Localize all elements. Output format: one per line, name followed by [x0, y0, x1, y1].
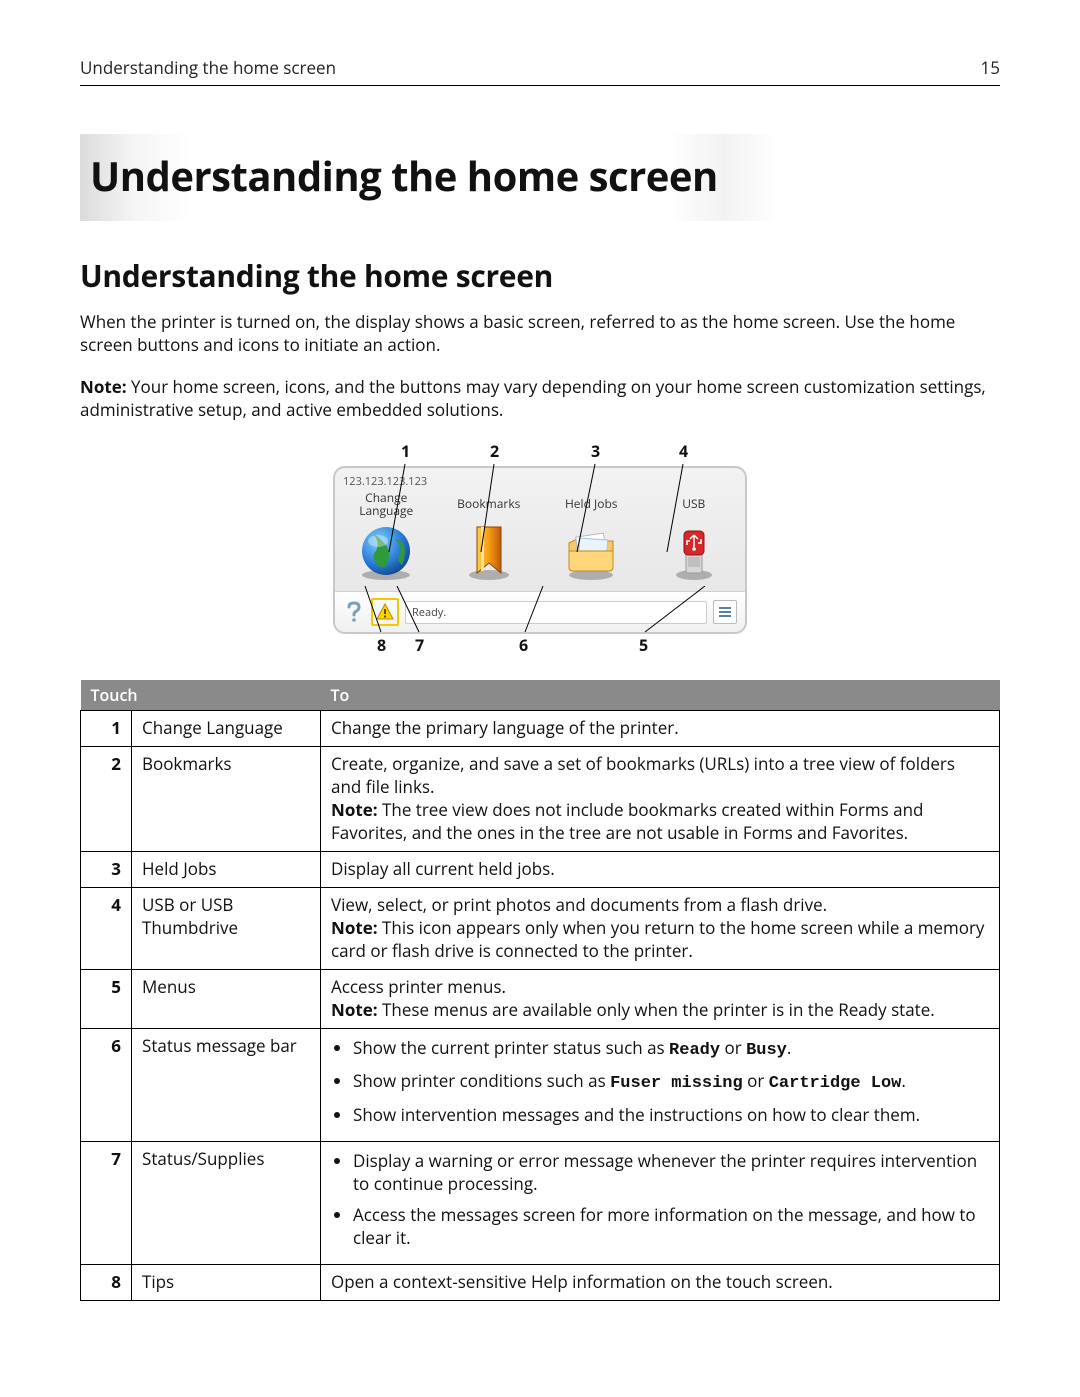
row-touch: Menus: [132, 969, 321, 1028]
globe-icon: [356, 521, 416, 581]
callout-5: 5: [639, 634, 648, 656]
change-language-label: Change Language: [342, 491, 430, 517]
row-num: 6: [81, 1028, 132, 1142]
col-touch: Touch: [81, 680, 321, 711]
held-jobs-label: Held Jobs: [547, 491, 635, 517]
table-header-row: Touch To: [81, 680, 1000, 711]
table-row: 6 Status message bar Show the current pr…: [81, 1028, 1000, 1142]
tips-button[interactable]: [343, 601, 365, 623]
row-desc: Display a warning or error message whene…: [321, 1142, 1000, 1265]
page-number: 15: [981, 56, 1000, 79]
folder-icon: [561, 521, 621, 581]
callout-2: 2: [490, 440, 499, 462]
row-num: 2: [81, 747, 132, 852]
row-desc: Create, organize, and save a set of book…: [321, 747, 1000, 852]
warning-icon: [376, 603, 394, 621]
running-header: Understanding the home screen 15: [80, 56, 1000, 86]
row-touch: Bookmarks: [132, 747, 321, 852]
row-num: 1: [81, 711, 132, 747]
status-bar: Ready.: [335, 591, 745, 632]
table-row: 5 Menus Access printer menus. Note: Thes…: [81, 969, 1000, 1028]
note-lead: Note:: [80, 375, 127, 398]
callout-6: 6: [519, 634, 528, 656]
row-touch: Tips: [132, 1265, 321, 1301]
row-touch: Change Language: [132, 711, 321, 747]
table-row: 1 Change Language Change the primary lan…: [81, 711, 1000, 747]
row-desc: Open a context-sensitive Help informatio…: [321, 1265, 1000, 1301]
table-row: 8 Tips Open a context-sensitive Help inf…: [81, 1265, 1000, 1301]
callout-1: 1: [401, 440, 410, 462]
menu-icon: [717, 604, 733, 620]
row-desc: View, select, or print photos and docume…: [321, 887, 1000, 969]
col-to: To: [321, 680, 1000, 711]
section-title: Understanding the home screen: [80, 255, 1000, 296]
held-jobs-button[interactable]: Held Jobs: [547, 491, 635, 581]
ip-address: 123.123.123.123: [335, 468, 745, 489]
row-touch: Status/Supplies: [132, 1142, 321, 1265]
callouts-top: 1 2 3 4: [333, 440, 747, 466]
touch-table: Touch To 1 Change Language Change the pr…: [80, 680, 1000, 1301]
row-num: 3: [81, 851, 132, 887]
intro-paragraph: When the printer is turned on, the displ…: [80, 310, 1000, 357]
question-icon: [345, 601, 363, 623]
callouts-bottom: 8 7 6 5: [333, 634, 747, 660]
row-num: 5: [81, 969, 132, 1028]
row-touch: Status message bar: [132, 1028, 321, 1142]
row-desc: Change the primary language of the print…: [321, 711, 1000, 747]
row-num: 7: [81, 1142, 132, 1265]
row-num: 8: [81, 1265, 132, 1301]
table-row: 4 USB or USB Thumbdrive View, select, or…: [81, 887, 1000, 969]
change-language-button[interactable]: Change Language: [342, 491, 430, 581]
menus-button[interactable]: [713, 600, 737, 624]
row-desc: Display all current held jobs.: [321, 851, 1000, 887]
usb-label: USB: [650, 491, 738, 517]
status-message-bar[interactable]: Ready.: [405, 601, 707, 624]
row-touch: Held Jobs: [132, 851, 321, 887]
note-text: Your home screen, icons, and the buttons…: [80, 375, 986, 421]
note-paragraph: Note: Your home screen, icons, and the b…: [80, 375, 1000, 422]
table-row: 7 Status/Supplies Display a warning or e…: [81, 1142, 1000, 1265]
callout-3: 3: [591, 440, 600, 462]
row-touch: USB or USB Thumbdrive: [132, 887, 321, 969]
usb-icon: [664, 521, 724, 581]
home-screen-figure: 1 2 3 4 123.123.123.123 Change Language: [333, 440, 747, 660]
status-supplies-button[interactable]: [371, 598, 399, 626]
row-num: 4: [81, 887, 132, 969]
row-desc: Show the current printer status such as …: [321, 1028, 1000, 1142]
bookmark-icon: [459, 521, 519, 581]
bookmarks-label: Bookmarks: [445, 491, 533, 517]
bookmarks-button[interactable]: Bookmarks: [445, 491, 533, 581]
table-row: 2 Bookmarks Create, organize, and save a…: [81, 747, 1000, 852]
callout-7: 7: [415, 634, 424, 656]
chapter-title: Understanding the home screen: [90, 148, 990, 203]
running-title: Understanding the home screen: [80, 56, 336, 79]
callout-8: 8: [377, 634, 386, 656]
callout-4: 4: [679, 440, 688, 462]
chapter-title-bar: Understanding the home screen: [80, 134, 1000, 221]
usb-button[interactable]: USB: [650, 491, 738, 581]
row-desc: Access printer menus. Note: These menus …: [321, 969, 1000, 1028]
table-row: 3 Held Jobs Display all current held job…: [81, 851, 1000, 887]
printer-display: 123.123.123.123 Change Language: [333, 466, 747, 634]
